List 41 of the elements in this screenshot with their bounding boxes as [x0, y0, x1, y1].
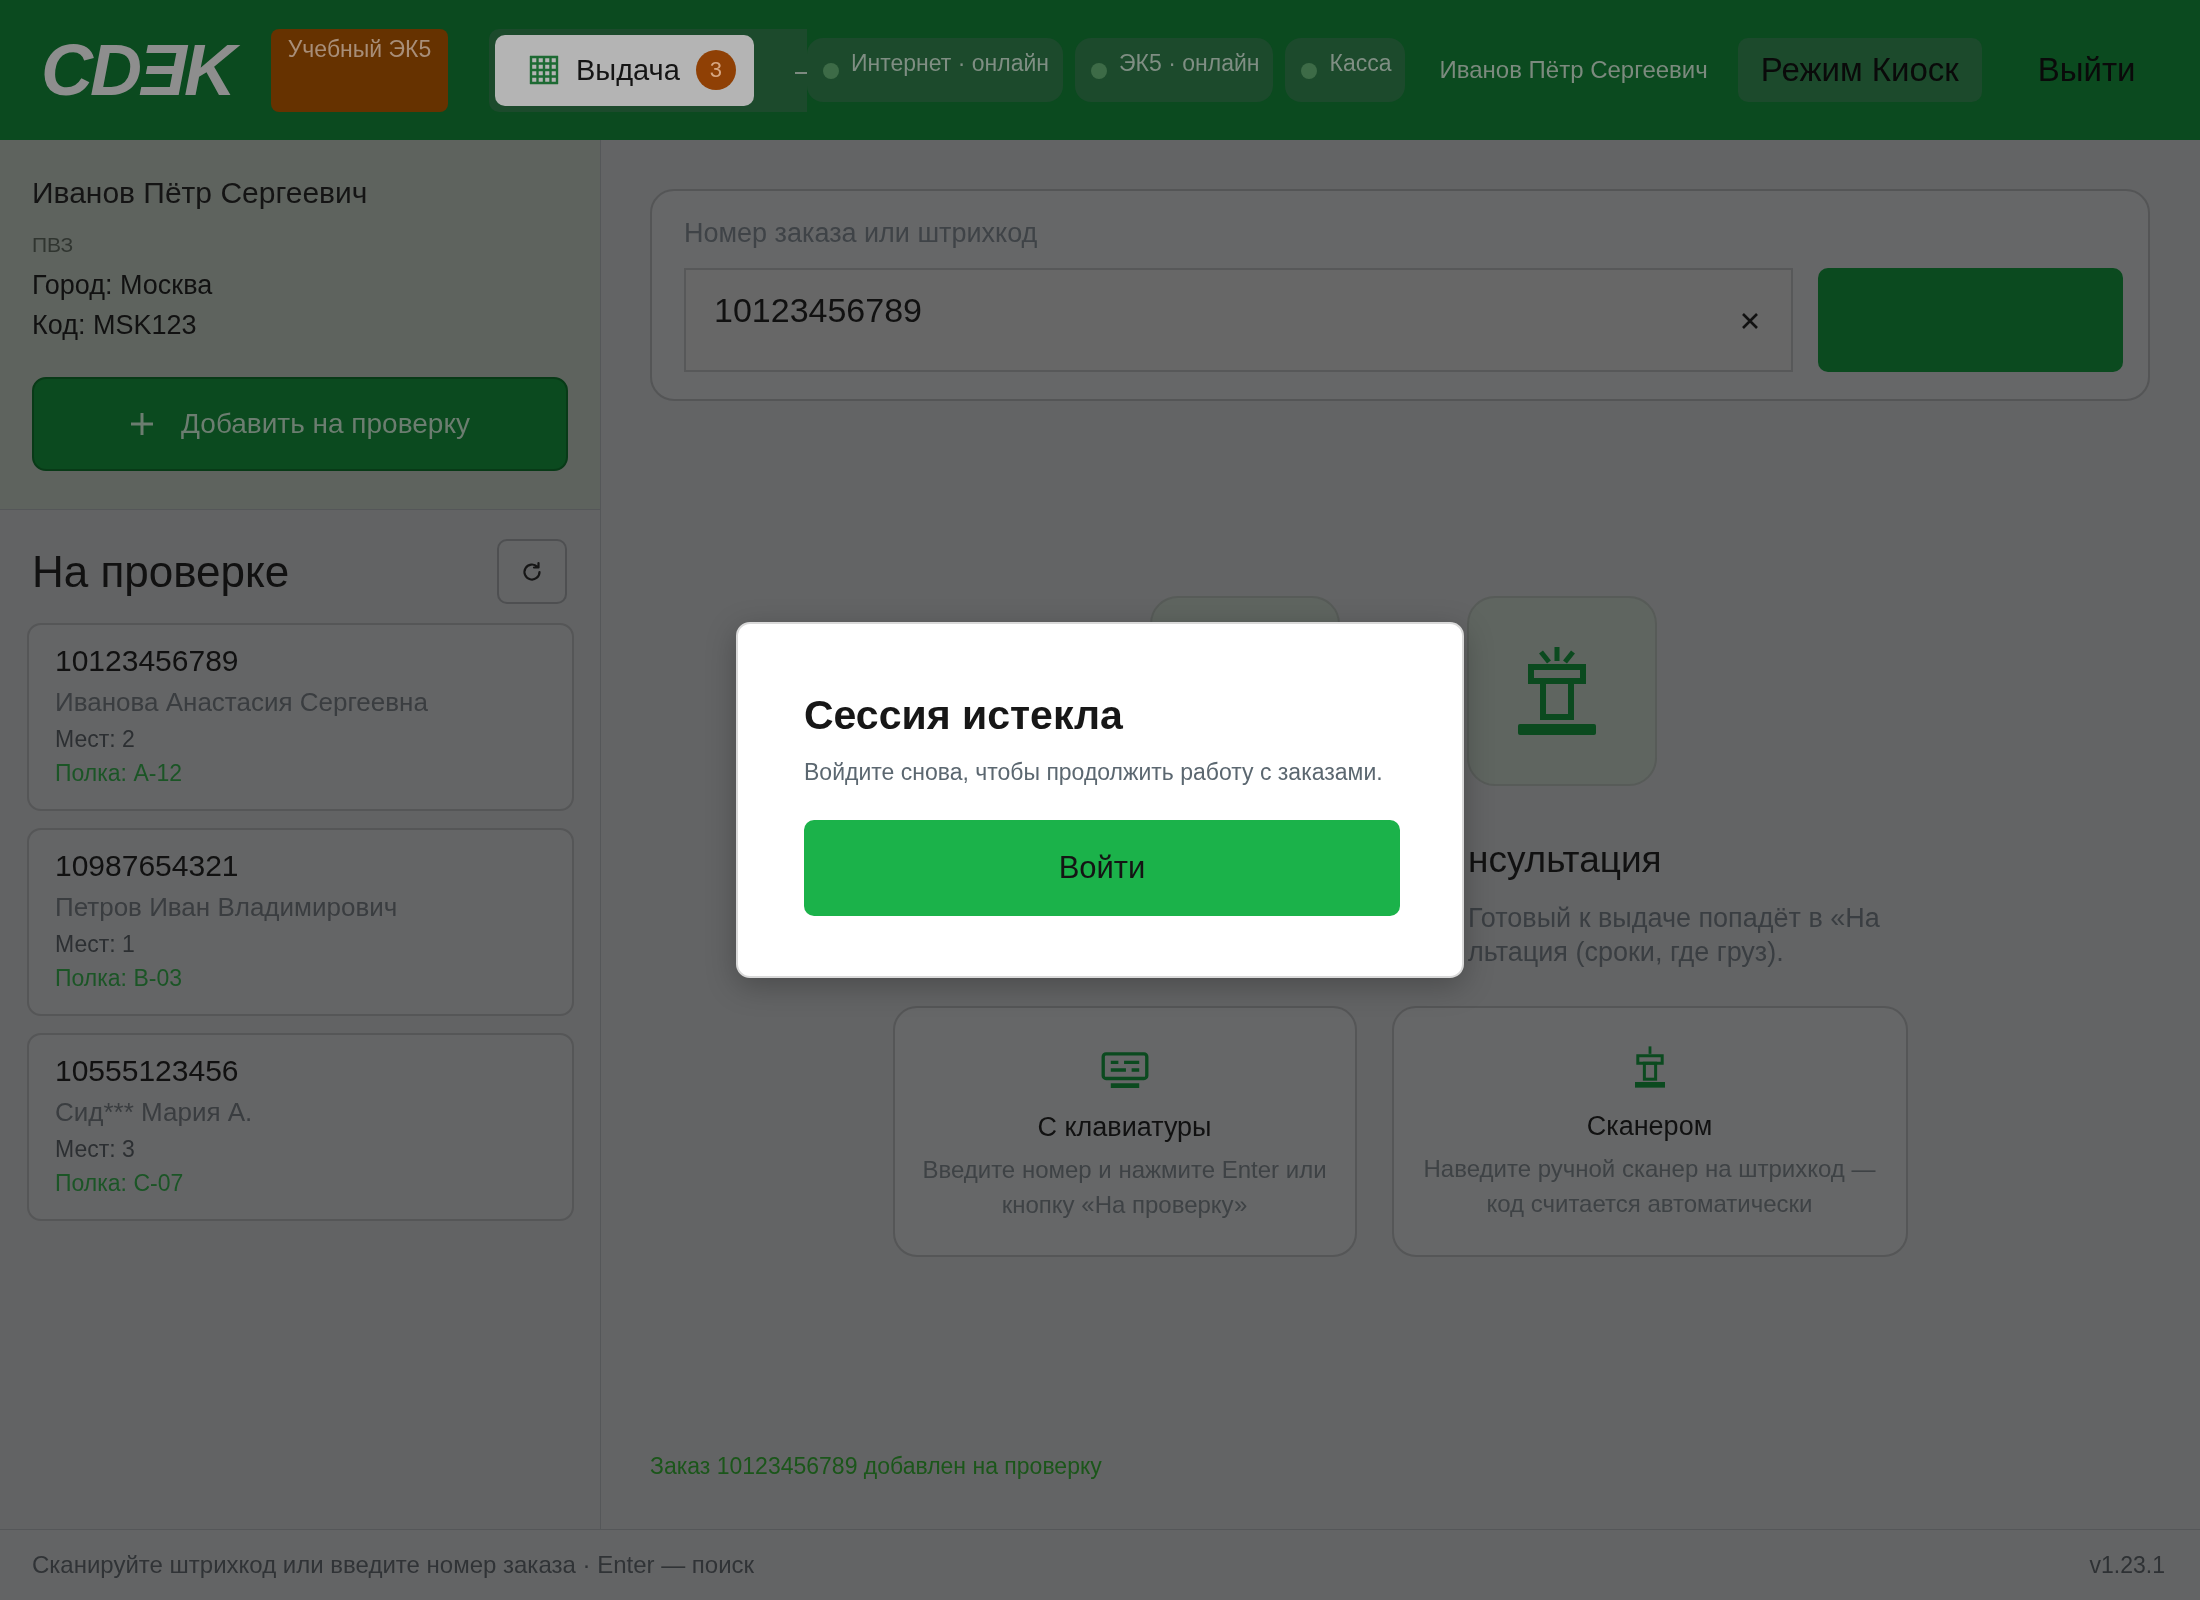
status-text: Интернет · онлайн — [851, 49, 1050, 77]
clear-icon[interactable] — [1741, 312, 1759, 330]
training-badge: Учебный ЭК5 — [271, 28, 448, 112]
shelf-label: Полка: А-12 — [55, 759, 183, 788]
status-text: Касса — [1329, 49, 1392, 77]
refresh-button[interactable] — [497, 539, 567, 604]
code-label: Код: MSK123 — [32, 309, 198, 342]
section-title: нсультация — [1468, 838, 1663, 882]
plus-icon — [130, 412, 155, 436]
operator-name: Иванов Пётр Сергеевич — [32, 175, 369, 211]
stand-icon — [1518, 647, 1596, 735]
method-title: Сканером — [1586, 1110, 1713, 1143]
places-count: Мест: 1 — [55, 930, 136, 959]
keyboard-icon — [1100, 1052, 1149, 1088]
order-number: 10123456789 — [55, 643, 240, 679]
count-badge: 3 — [695, 50, 736, 90]
method-title: С клавиатуры — [1037, 1111, 1212, 1144]
shelf-label: Полка: В-03 — [55, 964, 183, 993]
logout-button[interactable]: Выйти — [2037, 51, 2136, 89]
tab[interactable]: Выдача 3 — [495, 34, 754, 106]
search-field[interactable]: 10123456789 — [684, 268, 1793, 372]
status-message: Заказ 10123456789 добавлен на проверку — [650, 1452, 1103, 1481]
user-name: Иванов Пётр Сергеевич — [1439, 56, 1708, 84]
city-label: Город: Москва — [32, 269, 214, 302]
add-to-check-button[interactable]: Добавить на проверку — [32, 377, 568, 471]
kiosk-mode-button[interactable]: Режим Киоск — [1737, 38, 1982, 102]
shelf-label: Полка: С-07 — [55, 1169, 185, 1198]
grid-icon — [528, 54, 560, 86]
queue-title: На проверке — [32, 545, 290, 598]
refresh-icon — [520, 559, 544, 584]
logo: CDƎK — [41, 34, 237, 106]
order-number: 10987654321 — [55, 848, 240, 884]
places-count: Мест: 2 — [55, 725, 136, 754]
dialog-message: Войдите снова, чтобы продолжить работу с заказами. — [804, 758, 1384, 786]
dash-icon — [795, 72, 807, 74]
login-button[interactable]: Войти — [804, 820, 1400, 916]
status-text: ЭК5 · онлайн — [1119, 49, 1260, 77]
order-number: 10555123456 — [55, 1053, 240, 1089]
stand-icon — [1634, 1046, 1665, 1088]
dialog-title: Сессия истекла — [804, 691, 1124, 739]
places-count: Мест: 3 — [55, 1135, 136, 1164]
